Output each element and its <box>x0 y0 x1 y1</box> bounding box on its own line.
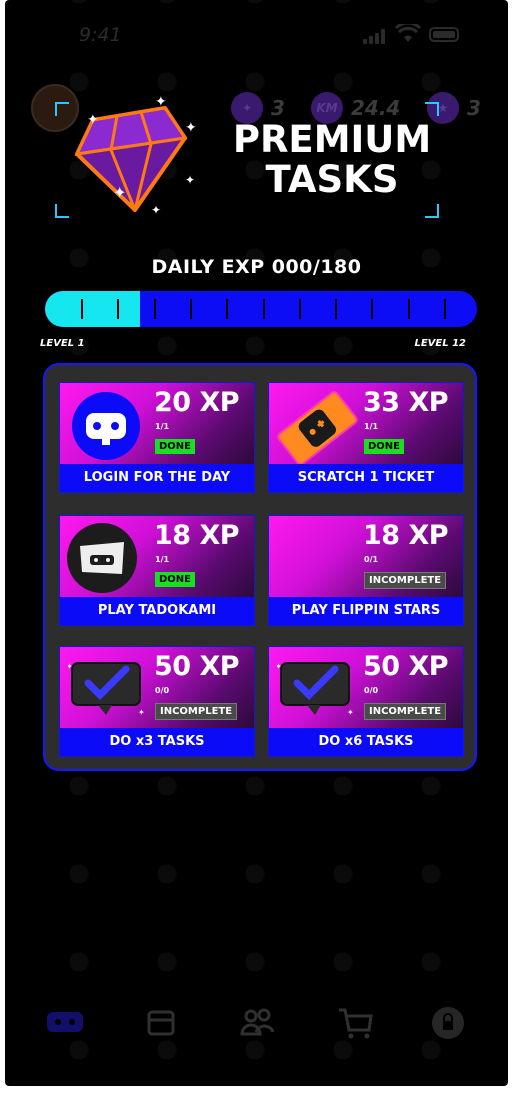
svg-text:✦: ✦ <box>68 662 73 671</box>
task-xp: 33 XP <box>363 387 449 418</box>
svg-text:✦: ✦ <box>185 120 197 136</box>
task-progress: 1/1 <box>364 422 379 431</box>
daily-exp-progress-bar <box>45 291 477 327</box>
task-label: DO x6 TASKS <box>269 728 463 756</box>
progress-fill <box>45 291 141 327</box>
status-badge: DONE <box>155 439 196 454</box>
status-badge: INCOMPLETE <box>364 572 447 589</box>
progress-tick <box>335 299 338 319</box>
task-xp: 50 XP <box>363 651 449 682</box>
wifi-icon <box>395 24 421 42</box>
task-xp: 18 XP <box>363 520 449 551</box>
chest-icon[interactable] <box>145 1006 177 1038</box>
task-xp: 50 XP <box>154 651 240 682</box>
task-progress: 1/1 <box>155 422 170 431</box>
progress-tick <box>407 299 410 319</box>
task-card-do-6-tasks[interactable]: ✦ ✦ 50 XP 0/0 INCOMPLETE DO x6 TASKS <box>268 646 464 757</box>
task-card-flippin-stars[interactable]: 18 XP 0/1 INCOMPLETE PLAY FLIPPIN STARS <box>268 515 464 626</box>
task-label: SCRATCH 1 TICKET <box>269 464 463 492</box>
svg-text:✦: ✦ <box>277 662 282 671</box>
app-screen: 9:41 ✦ 3 KM 24.4 ★ 3 ✦ ✦ ✦ ✦ ✦ ✦ PREMIUM… <box>5 0 508 1086</box>
svg-text:✦: ✦ <box>185 173 195 187</box>
cart-icon[interactable] <box>337 1006 375 1040</box>
status-badge: DONE <box>155 572 196 587</box>
status-badge: INCOMPLETE <box>364 703 447 720</box>
progress-tick <box>81 299 83 319</box>
task-label: PLAY TADOKAMI <box>60 597 254 625</box>
friends-icon[interactable] <box>239 1006 275 1038</box>
task-label: LOGIN FOR THE DAY <box>60 464 254 492</box>
task-progress: 1/1 <box>155 555 170 564</box>
controller-icon <box>72 392 140 460</box>
corner-bracket <box>425 204 439 218</box>
status-time: 9:41 <box>79 24 122 46</box>
task-xp: 18 XP <box>154 520 240 551</box>
status-bar: 9:41 <box>5 22 508 50</box>
scratch-ticket-icon <box>277 391 358 466</box>
task-card-tadokami[interactable]: 18 XP 1/1 DONE PLAY TADOKAMI <box>59 515 255 626</box>
task-card-login[interactable]: 20 XP 1/1 DONE LOGIN FOR THE DAY <box>59 382 255 493</box>
svg-text:✦: ✦ <box>113 183 126 202</box>
task-progress: 0/1 <box>364 555 379 564</box>
progress-tick <box>298 299 301 319</box>
progress-tick <box>117 299 120 319</box>
task-card-scratch[interactable]: 33 XP 1/1 DONE SCRATCH 1 TICKET <box>268 382 464 493</box>
progress-tick <box>153 299 156 319</box>
tadokami-icon <box>67 523 137 593</box>
status-badge: DONE <box>364 439 405 454</box>
premium-tasks-header: ✦ ✦ ✦ ✦ ✦ ✦ PREMIUM TASKS <box>51 94 451 220</box>
task-xp: 20 XP <box>154 387 240 418</box>
bottom-nav <box>5 1000 508 1044</box>
task-progress: 0/0 <box>155 686 170 695</box>
corner-bracket <box>425 102 439 116</box>
level-end-label: LEVEL 12 <box>414 338 466 349</box>
progress-tick <box>262 299 265 319</box>
svg-text:✦: ✦ <box>138 708 145 717</box>
svg-text:✦: ✦ <box>87 112 99 128</box>
progress-tick <box>226 299 229 319</box>
diamond-icon: ✦ ✦ ✦ ✦ ✦ ✦ <box>74 94 197 216</box>
page-title: PREMIUM TASKS <box>232 118 432 201</box>
checkmark-bubble-icon: ✦ ✦ <box>68 662 145 717</box>
lock-icon[interactable] <box>431 1006 465 1040</box>
progress-tick <box>371 299 374 319</box>
svg-text:✦: ✦ <box>155 94 167 110</box>
battery-icon <box>429 27 459 42</box>
tasks-panel: 20 XP 1/1 DONE LOGIN FOR THE DAY 33 XP 1… <box>43 363 477 771</box>
status-badge: INCOMPLETE <box>155 703 238 720</box>
gamepad-icon[interactable] <box>45 1006 85 1038</box>
signal-icon <box>363 28 385 44</box>
task-label: PLAY FLIPPIN STARS <box>269 597 463 625</box>
progress-tick <box>189 299 192 319</box>
task-card-do-3-tasks[interactable]: ✦ ✦ 50 XP 0/0 INCOMPLETE DO x3 TASKS <box>59 646 255 757</box>
progress-tick <box>444 299 446 319</box>
svg-text:✦: ✦ <box>347 708 354 717</box>
svg-text:✦: ✦ <box>151 203 161 216</box>
task-progress: 0/0 <box>364 686 379 695</box>
task-label: DO x3 TASKS <box>60 728 254 756</box>
daily-exp-label: DAILY EXP 000/180 <box>151 256 362 278</box>
checkmark-bubble-icon: ✦ ✦ <box>277 662 354 717</box>
level-start-label: LEVEL 1 <box>40 338 85 349</box>
